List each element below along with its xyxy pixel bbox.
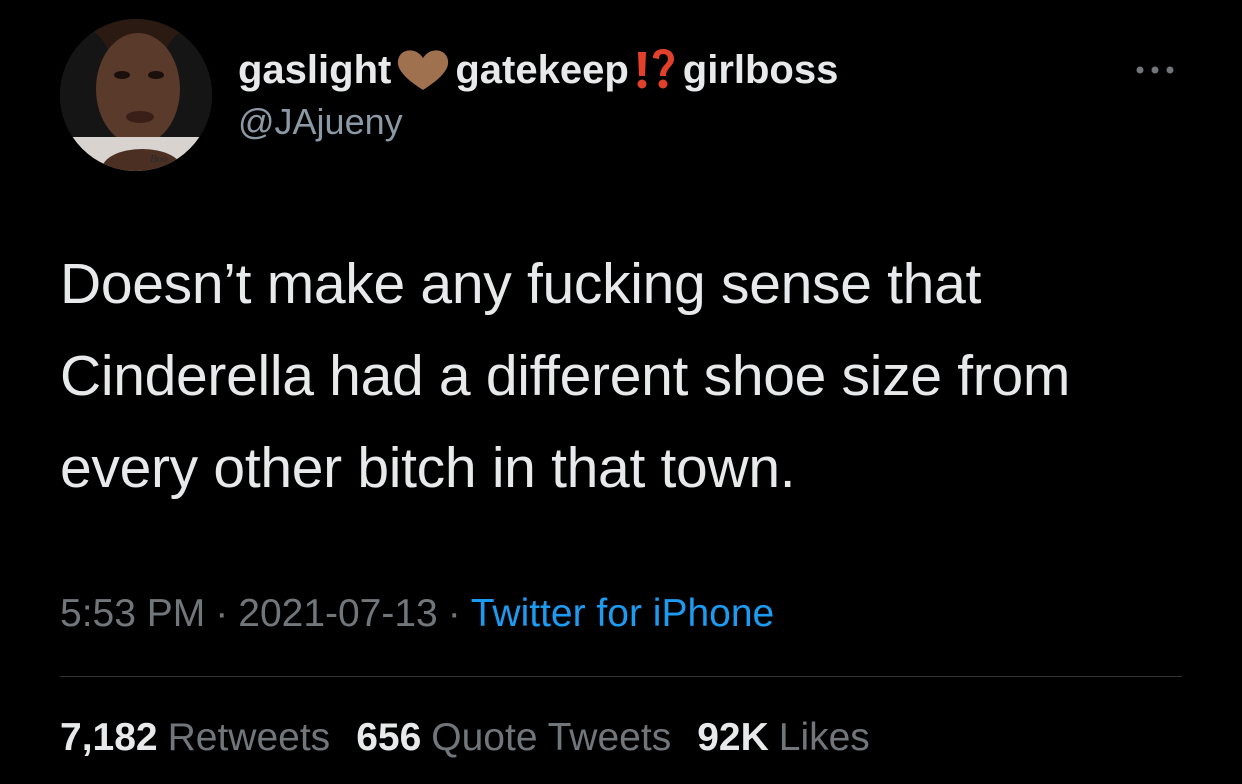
tweet-text-line: every other bitch in that town. — [60, 436, 796, 500]
retweets-count: 7,182 — [60, 716, 158, 759]
user-handle[interactable]: @JAjueny — [238, 100, 403, 144]
tweet-date[interactable]: 2021-07-13 — [238, 592, 438, 635]
retweets-label: Retweets — [167, 716, 331, 759]
tweet-time[interactable]: 5:53 PM — [60, 592, 205, 635]
quote-tweets-stat[interactable]: 656 Quote Tweets — [356, 712, 671, 764]
display-name-part-3: girlboss — [682, 48, 839, 92]
tweet-text-line: Cinderella had a different shoe size fro… — [60, 344, 1071, 408]
display-name[interactable]: gaslight gatekeep girlboss — [238, 46, 838, 94]
display-name-part-1: gaslight — [238, 48, 392, 92]
tweet: Boo gaslight gatekeep girlboss @JAjueny — [0, 0, 1242, 784]
tweet-text-line: Doesn’t make any fucking sense that — [60, 252, 982, 316]
tweet-source-link[interactable]: Twitter for iPhone — [471, 592, 774, 635]
divider — [60, 676, 1182, 677]
retweets-stat[interactable]: 7,182 Retweets — [60, 712, 330, 764]
avatar-portrait-icon — [60, 19, 212, 171]
meta-separator: · — [447, 592, 461, 635]
likes-stat[interactable]: 92K Likes — [697, 712, 870, 764]
quote-tweets-label: Quote Tweets — [431, 716, 672, 759]
tweet-meta: 5:53 PM · 2021-07-13 · Twitter for iPhone — [60, 588, 774, 640]
avatar[interactable]: Boo — [60, 19, 212, 171]
brown-heart-icon — [393, 46, 453, 94]
likes-label: Likes — [778, 716, 870, 759]
more-horizontal-icon[interactable] — [1133, 60, 1177, 80]
tweet-stats: 7,182 Retweets 656 Quote Tweets 92K Likes — [60, 712, 896, 764]
likes-count: 92K — [697, 716, 769, 759]
display-name-part-2: gatekeep — [455, 48, 629, 92]
quote-tweets-count: 656 — [356, 716, 422, 759]
avatar-caption: Boo — [150, 153, 168, 165]
tweet-text: Doesn’t make any fucking sense that Cind… — [60, 238, 1200, 514]
interrobang-icon — [633, 46, 677, 94]
meta-separator: · — [215, 592, 229, 635]
